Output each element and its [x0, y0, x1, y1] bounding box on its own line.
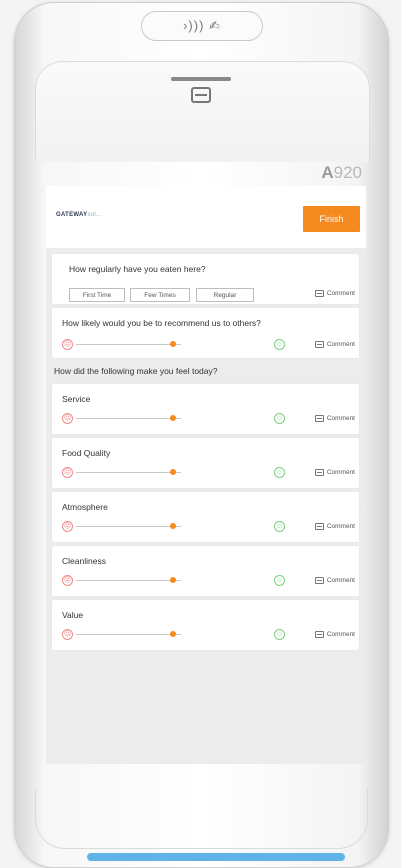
- comment-button[interactable]: Comment: [314, 577, 355, 584]
- rating-card-value: Value ☹ ☺ Comment: [52, 600, 359, 650]
- comment-label: Comment: [326, 290, 355, 297]
- recommend-question: How likely would you be to recommend us …: [62, 318, 261, 328]
- comment-button[interactable]: Comment: [314, 631, 355, 638]
- comment-icon: [314, 290, 324, 297]
- rating-slider-handle[interactable]: [170, 415, 176, 421]
- comment-icon: [314, 577, 324, 584]
- status-light-bar: [87, 853, 345, 861]
- rating-card-cleanliness: Cleanliness ☹ ☺ Comment: [52, 546, 359, 596]
- sad-face-icon[interactable]: ☹: [62, 629, 73, 640]
- rating-slider-track[interactable]: [76, 634, 181, 635]
- device-bottom-edge: [35, 788, 368, 849]
- survey-screen: GATEWAYsol... Finish How regularly have …: [46, 186, 366, 764]
- finish-button[interactable]: Finish: [303, 206, 360, 232]
- printer-icon: [191, 87, 211, 103]
- rating-card-service: Service ☹ ☺ Comment: [52, 384, 359, 434]
- choice-regular[interactable]: Regular: [196, 288, 254, 302]
- rating-card-atmosphere: Atmosphere ☹ ☺ Comment: [52, 492, 359, 542]
- rating-slider-track[interactable]: [76, 344, 181, 345]
- sad-face-icon[interactable]: ☹: [62, 575, 73, 586]
- sad-face-icon[interactable]: ☹: [62, 467, 73, 478]
- comment-icon: [314, 341, 324, 348]
- happy-face-icon[interactable]: ☺: [274, 339, 285, 350]
- model-number: 920: [333, 163, 362, 182]
- happy-face-icon[interactable]: ☺: [274, 413, 285, 424]
- rating-label: Atmosphere: [62, 502, 108, 512]
- app-header: GATEWAYsol... Finish: [46, 186, 366, 248]
- company-logo: GATEWAYsol...: [56, 212, 102, 218]
- comment-button[interactable]: Comment: [314, 469, 355, 476]
- rating-label: Cleanliness: [62, 556, 106, 566]
- happy-face-icon[interactable]: ☺: [274, 467, 285, 478]
- comment-icon: [314, 469, 324, 476]
- model-prefix: A: [321, 163, 334, 182]
- recommend-card: How likely would you be to recommend us …: [52, 308, 359, 358]
- frequency-question: How regularly have you eaten here?: [69, 264, 206, 274]
- frequency-card: How regularly have you eaten here? First…: [52, 254, 359, 304]
- rating-slider-handle[interactable]: [170, 523, 176, 529]
- comment-button[interactable]: Comment: [314, 290, 355, 297]
- rating-label: Food Quality: [62, 448, 111, 458]
- comment-label: Comment: [326, 415, 355, 422]
- happy-face-icon[interactable]: ☺: [274, 629, 285, 640]
- choice-few-times[interactable]: Few Times: [130, 288, 190, 302]
- sad-face-icon[interactable]: ☹: [62, 413, 73, 424]
- comment-icon: [314, 415, 324, 422]
- comment-label: Comment: [326, 577, 355, 584]
- contactless-icon: ›))) ✍: [141, 11, 263, 41]
- rating-slider-handle[interactable]: [170, 577, 176, 583]
- rating-slider-track[interactable]: [76, 526, 181, 527]
- comment-icon: [314, 523, 324, 530]
- printer-slot: [171, 77, 231, 81]
- sad-face-icon[interactable]: ☹: [62, 521, 73, 532]
- choice-first-time[interactable]: First Time: [69, 288, 125, 302]
- comment-button[interactable]: Comment: [314, 523, 355, 530]
- model-label: A920: [321, 163, 362, 183]
- rating-slider-track[interactable]: [76, 418, 181, 419]
- rating-label: Value: [62, 610, 84, 620]
- logo-tag: sol...: [87, 212, 102, 218]
- rating-slider-handle[interactable]: [170, 469, 176, 475]
- happy-face-icon[interactable]: ☺: [274, 575, 285, 586]
- comment-label: Comment: [326, 631, 355, 638]
- rating-label: Service: [62, 394, 91, 404]
- rating-card-food-quality: Food Quality ☹ ☺ Comment: [52, 438, 359, 488]
- sad-face-icon[interactable]: ☹: [62, 339, 73, 350]
- rating-slider-track[interactable]: [76, 472, 181, 473]
- section-title: How did the following make you feel toda…: [54, 366, 218, 376]
- comment-button[interactable]: Comment: [314, 341, 355, 348]
- rating-slider-handle[interactable]: [170, 341, 176, 347]
- rating-slider-handle[interactable]: [170, 631, 176, 637]
- logo-main: GATEWAY: [56, 212, 88, 218]
- happy-face-icon[interactable]: ☺: [274, 521, 285, 532]
- rating-slider-track[interactable]: [76, 580, 181, 581]
- comment-label: Comment: [326, 341, 355, 348]
- comment-label: Comment: [326, 523, 355, 530]
- survey-content: How regularly have you eaten here? First…: [46, 248, 366, 764]
- comment-icon: [314, 631, 324, 638]
- comment-button[interactable]: Comment: [314, 415, 355, 422]
- comment-label: Comment: [326, 469, 355, 476]
